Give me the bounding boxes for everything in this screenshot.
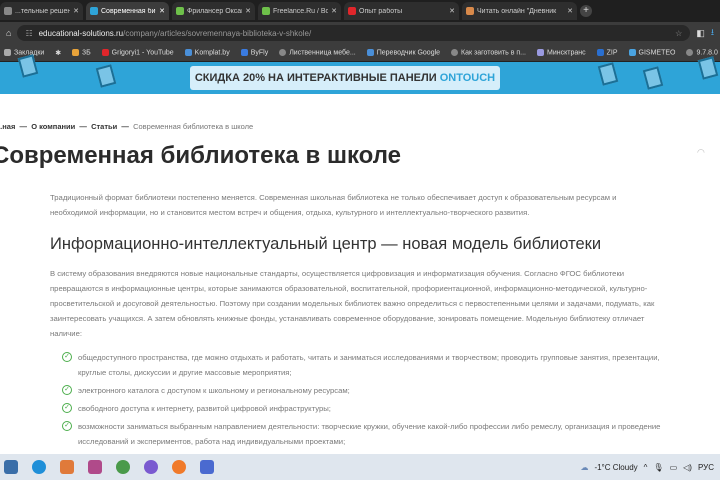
panel-decoration-icon xyxy=(95,64,117,88)
feature-list: ✓ общедоступного пространства, где можно … xyxy=(62,350,662,452)
bookmark-item[interactable]: Закладки xyxy=(4,48,44,56)
favicon-icon xyxy=(4,7,12,15)
tab[interactable]: Читать онлайн "Дневник ✕ xyxy=(462,2,577,20)
puzzle-icon[interactable]: ✱ xyxy=(55,49,61,57)
telegram-icon[interactable] xyxy=(60,460,74,474)
bookmark-item[interactable]: Как заготовить в п... xyxy=(451,48,526,56)
new-tab-button[interactable]: + xyxy=(580,5,592,17)
breadcrumb-articles[interactable]: Статьи xyxy=(91,122,117,131)
tab-active[interactable]: Современная библиотек✕ xyxy=(86,2,169,20)
bookmark-item[interactable]: Grigoryi1 - YouTube xyxy=(101,48,174,56)
taskbar: ☁ -1°C Cloudy ^ 🎙 ▭ ◁) РУС xyxy=(0,454,720,480)
breadcrumb-company[interactable]: О компании xyxy=(31,122,75,131)
weather-widget[interactable]: -1°C Cloudy xyxy=(594,463,637,472)
intro-paragraph: Традиционный формат библиотеки постепенн… xyxy=(50,193,617,217)
check-icon: ✓ xyxy=(62,352,72,362)
bookmark-item[interactable]: Переводчик Google xyxy=(366,48,440,56)
tab[interactable]: Freelance.Ru / Восстановл✕ xyxy=(258,2,341,20)
close-icon[interactable]: ✕ xyxy=(331,7,337,15)
list-item: ✓ общедоступного пространства, где можно … xyxy=(62,350,662,380)
microphone-icon[interactable]: 🎙 xyxy=(653,463,663,472)
extensions-icon[interactable]: ◧ xyxy=(696,28,705,39)
close-icon[interactable]: ✕ xyxy=(73,7,79,15)
download-icon[interactable]: ⭳ xyxy=(711,25,714,41)
section-paragraph: В систему образования внедряются новые н… xyxy=(50,269,655,338)
favicon-icon xyxy=(90,7,98,15)
bookmark-item[interactable]: Минсктранс xyxy=(537,48,586,56)
battery-icon[interactable]: ▭ xyxy=(670,463,678,472)
list-item: ✓ свободного доступа к интернету, развито… xyxy=(62,401,662,416)
edge-icon[interactable] xyxy=(32,460,46,474)
site-info-icon[interactable]: ☷ xyxy=(25,29,32,38)
panel-decoration-icon xyxy=(642,66,664,90)
check-icon: ✓ xyxy=(62,385,72,395)
tab[interactable]: Фрилансер Оксана Лисиц✕ xyxy=(172,2,255,20)
breadcrumb: ...ная — О компании — Статьи — Современн… xyxy=(0,122,253,131)
close-icon[interactable]: ✕ xyxy=(449,7,455,15)
bookmark-item[interactable]: ZIP xyxy=(596,48,618,56)
check-icon: ✓ xyxy=(62,421,72,431)
volume-icon[interactable]: ◁) xyxy=(683,463,692,472)
favicon-icon xyxy=(466,7,474,15)
promo-text: СКИДКА 20% НА ИНТЕРАКТИВНЫЕ ПАНЕЛИ ONTOU… xyxy=(190,66,500,90)
favicon-icon xyxy=(176,7,184,15)
check-icon: ✓ xyxy=(62,403,72,413)
tab[interactable]: Опыт работы ✕ xyxy=(344,2,459,20)
bookmark-item[interactable]: 3Б xyxy=(72,48,91,56)
firefox-icon[interactable] xyxy=(172,460,186,474)
save-app-icon[interactable] xyxy=(200,460,214,474)
home-icon[interactable]: ⌂ xyxy=(6,28,11,38)
favicon-icon xyxy=(348,7,356,15)
favicon-icon xyxy=(262,7,270,15)
close-icon[interactable]: ✕ xyxy=(245,7,251,15)
promo-banner[interactable]: СКИДКА 20% НА ИНТЕРАКТИВНЫЕ ПАНЕЛИ ONTOU… xyxy=(0,54,720,94)
tab-strip: ...тельные решен✕ Современная библиотек✕… xyxy=(0,0,720,22)
chevron-up-icon[interactable]: ^ xyxy=(644,463,648,472)
bookmark-item[interactable]: ByFly xyxy=(240,48,268,56)
winrar-icon[interactable] xyxy=(88,460,102,474)
system-tray: ☁ -1°C Cloudy ^ 🎙 ▭ ◁) РУС xyxy=(580,454,714,480)
rss-icon[interactable]: ◠ xyxy=(697,147,705,158)
file-explorer-icon[interactable] xyxy=(4,460,18,474)
bookmark-item[interactable]: Лиственница мебе... xyxy=(279,48,356,56)
viber-icon[interactable] xyxy=(144,460,158,474)
bookmark-item[interactable]: 9.7.8.0 xyxy=(686,48,718,56)
bookmark-item[interactable]: Komplat.by xyxy=(184,48,230,56)
cloud-icon: ☁ xyxy=(580,462,589,472)
star-icon[interactable]: ☆ xyxy=(675,29,682,38)
breadcrumb-home[interactable]: ...ная xyxy=(0,122,15,131)
section-heading: Информационно-интеллектуальный центр — н… xyxy=(50,235,602,253)
panel-decoration-icon xyxy=(597,62,619,86)
list-item: ✓ возможности заниматься выбранным направ… xyxy=(62,419,662,449)
bookmark-item[interactable]: GISMETEO xyxy=(628,48,675,56)
address-bar-row: ⌂ ☷ educational-solutions.ru/company/arti… xyxy=(0,22,720,44)
chrome-icon[interactable] xyxy=(116,460,130,474)
page-title: Современная библиотека в школе xyxy=(0,142,402,169)
breadcrumb-current: Современная библиотека в школе xyxy=(133,122,254,131)
close-icon[interactable]: ✕ xyxy=(567,7,573,15)
tab[interactable]: ...тельные решен ✕ xyxy=(0,2,83,20)
url-input[interactable]: ☷ educational-solutions.ru/company/articl… xyxy=(17,25,691,41)
language-indicator[interactable]: РУС xyxy=(698,463,714,472)
list-item: ✓ электронного каталога с доступом к школ… xyxy=(62,383,662,398)
bookmarks-bar: Закладки ✱ 3Б Grigoryi1 - YouTube Kompla… xyxy=(0,44,720,62)
close-icon[interactable]: ✕ xyxy=(159,7,165,15)
